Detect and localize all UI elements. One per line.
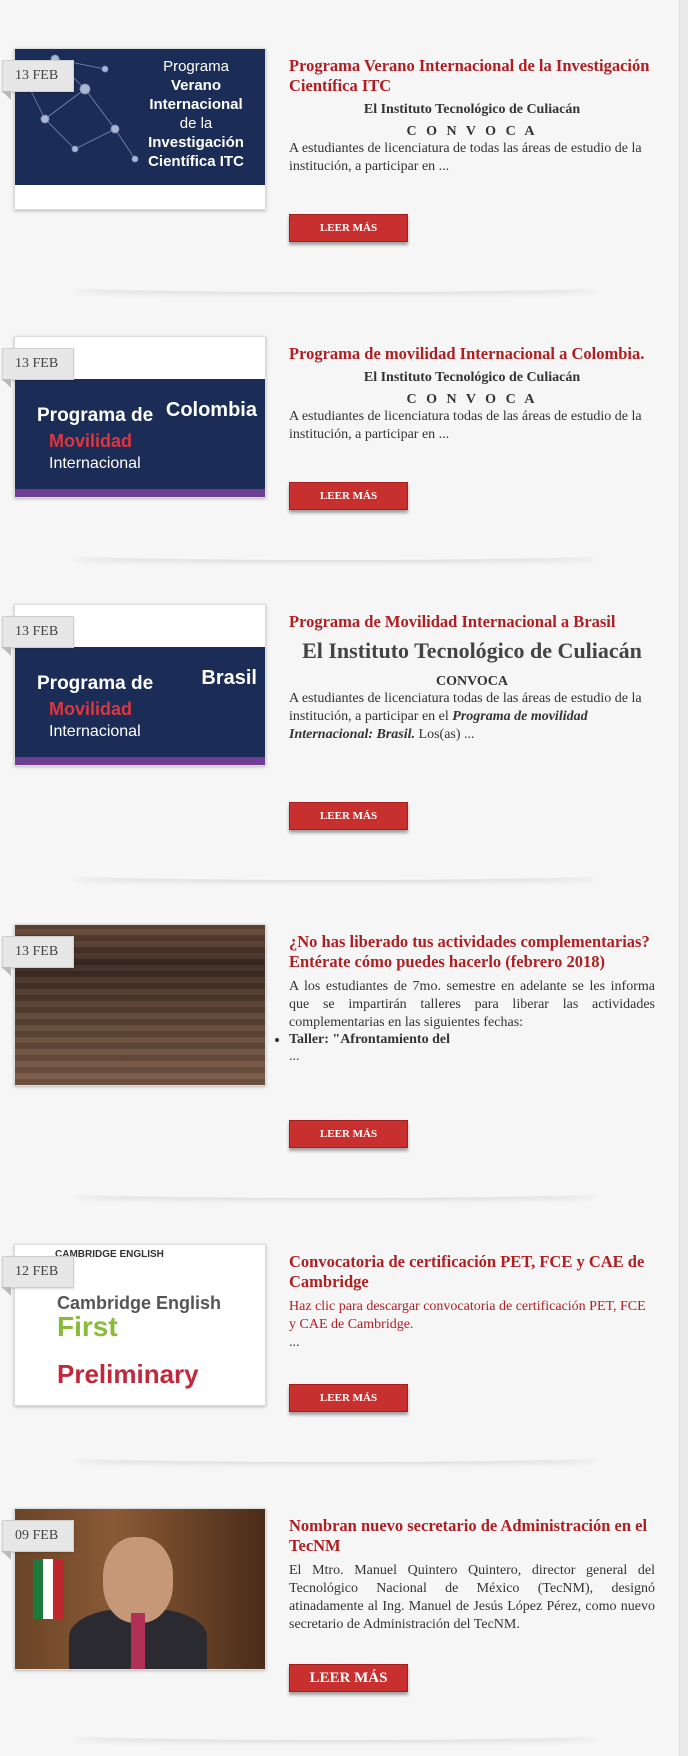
- post-ellipsis: ...: [289, 1049, 300, 1064]
- date-badge: 13 FEB: [2, 348, 74, 388]
- post-title[interactable]: Programa Verano Internacional de la Inve…: [289, 56, 655, 96]
- post-title[interactable]: Convocatoria de certificación PET, FCE y…: [289, 1252, 655, 1292]
- post-title[interactable]: ¿No has liberado tus actividades complem…: [289, 932, 655, 972]
- date-badge: 13 FEB: [2, 936, 74, 976]
- sep-logos: [15, 185, 265, 209]
- thumbnail-caption: First: [57, 1311, 118, 1342]
- post-excerpt: A estudiantes de licenciatura todas de l…: [289, 691, 642, 742]
- post-separator: [70, 550, 600, 560]
- post-org: El Instituto Tecnológico de Culiacán: [363, 102, 581, 117]
- read-more-button[interactable]: LEER MÁS: [289, 1120, 408, 1148]
- post-separator: [70, 1188, 600, 1198]
- post-excerpt: A estudiantes de licenciatura de todas l…: [289, 141, 642, 174]
- post-separator: [70, 1730, 600, 1740]
- post-convoca: C O N V O C A: [406, 392, 538, 407]
- post-title[interactable]: Programa de movilidad Internacional a Co…: [289, 344, 655, 364]
- post-separator: [70, 1452, 600, 1462]
- thumbnail-caption: Preliminary: [57, 1359, 199, 1389]
- read-more-button[interactable]: LEER MÁS: [289, 1384, 408, 1412]
- post-org: El Instituto Tecnológico de Culiacán: [363, 370, 581, 385]
- page-scrollbar[interactable]: [679, 0, 688, 1756]
- thumbnail-caption: Programa Verano Internacional de la Inve…: [148, 58, 244, 170]
- post-convoca: CONVOCA: [435, 674, 509, 689]
- post-ellipsis: ...: [289, 1335, 300, 1350]
- post-content: Programa de movilidad Internacional a Co…: [289, 344, 655, 444]
- thumbnail-banner: Programa de Movilidad Internacional Colo…: [15, 379, 265, 497]
- download-link[interactable]: Haz clic para descargar convocatoria de …: [289, 1298, 655, 1334]
- read-more-button[interactable]: LEER MÁS: [289, 1664, 408, 1692]
- read-more-button[interactable]: LEER MÁS: [289, 802, 408, 830]
- post-bullet-list: Taller: "Afrontamiento del: [289, 1032, 655, 1048]
- post-content: Programa Verano Internacional de la Inve…: [289, 56, 655, 176]
- post-excerpt: A estudiantes de licenciatura todas de l…: [289, 409, 642, 442]
- post-excerpt: A los estudiantes de 7mo. semestre en ad…: [289, 979, 655, 1030]
- post-separator: [70, 282, 600, 292]
- post-content: Convocatoria de certificación PET, FCE y…: [289, 1252, 655, 1352]
- post-title[interactable]: Nombran nuevo secretario de Administraci…: [289, 1516, 655, 1556]
- date-badge: 13 FEB: [2, 616, 74, 656]
- date-badge: 13 FEB: [2, 60, 74, 100]
- post-content: Nombran nuevo secretario de Administraci…: [289, 1516, 655, 1634]
- post-content: Programa de Movilidad Internacional a Br…: [289, 612, 655, 744]
- post-convoca: C O N V O C A: [406, 124, 538, 139]
- post-content: ¿No has liberado tus actividades complem…: [289, 932, 655, 1066]
- list-item: Taller: "Afrontamiento del: [289, 1032, 655, 1048]
- post-separator: [70, 870, 600, 880]
- read-more-button[interactable]: LEER MÁS: [289, 482, 408, 510]
- date-badge: 09 FEB: [2, 1520, 74, 1560]
- post-excerpt: El Mtro. Manuel Quintero Quintero, direc…: [289, 1563, 655, 1632]
- post-org: El Instituto Tecnológico de Culiacán: [302, 638, 642, 663]
- date-badge: 12 FEB: [2, 1256, 74, 1296]
- flag-graphic: [33, 1559, 63, 1619]
- thumbnail-banner: Programa de Movilidad Internacional Bras…: [15, 647, 265, 765]
- post-title[interactable]: Programa de Movilidad Internacional a Br…: [289, 612, 655, 632]
- read-more-button[interactable]: LEER MÁS: [289, 214, 408, 242]
